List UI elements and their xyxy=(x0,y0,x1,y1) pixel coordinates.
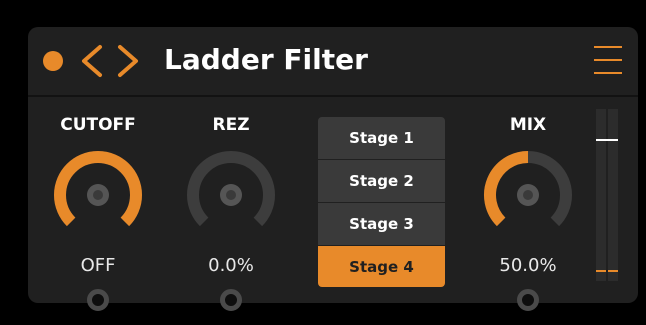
plugin-panel: Ladder Filter CUTOFF OFF REZ 0.0% Stage … xyxy=(28,27,638,311)
cutoff-value: OFF xyxy=(80,255,116,276)
mix-knob[interactable] xyxy=(481,148,575,242)
meter-left-level xyxy=(596,269,606,272)
stage-4-button[interactable]: Stage 4 xyxy=(318,246,445,287)
rez-knob-center xyxy=(226,190,236,200)
rez-mod-port[interactable] xyxy=(220,289,242,311)
stage-2-button[interactable]: Stage 2 xyxy=(318,160,445,202)
cutoff-label: CUTOFF xyxy=(60,115,136,135)
stage-selector: Stage 1 Stage 2 Stage 3 Stage 4 xyxy=(318,117,445,287)
chevron-right-icon[interactable] xyxy=(116,43,140,79)
status-dot-icon[interactable] xyxy=(43,51,63,71)
chevron-left-icon[interactable] xyxy=(80,43,104,79)
meter-peak-line xyxy=(596,138,618,141)
rez-label: REZ xyxy=(212,115,250,135)
mix-knob-center xyxy=(523,190,533,200)
stage-1-button[interactable]: Stage 1 xyxy=(318,117,445,159)
cutoff-knob[interactable] xyxy=(51,148,145,242)
header-bar: Ladder Filter xyxy=(28,27,638,97)
meter-right-level xyxy=(608,269,618,272)
mix-mod-port[interactable] xyxy=(517,289,539,311)
hamburger-menu-icon[interactable] xyxy=(594,46,622,76)
rez-knob[interactable] xyxy=(184,148,278,242)
meter-left-channel xyxy=(596,109,606,281)
rez-value: 0.0% xyxy=(208,255,254,276)
cutoff-mod-port[interactable] xyxy=(87,289,109,311)
stage-3-button[interactable]: Stage 3 xyxy=(318,203,445,245)
cutoff-knob-center xyxy=(93,190,103,200)
mix-label: MIX xyxy=(509,115,547,135)
meter-right-channel xyxy=(608,109,618,281)
mix-value: 50.0% xyxy=(499,255,557,276)
plugin-title: Ladder Filter xyxy=(164,43,368,76)
